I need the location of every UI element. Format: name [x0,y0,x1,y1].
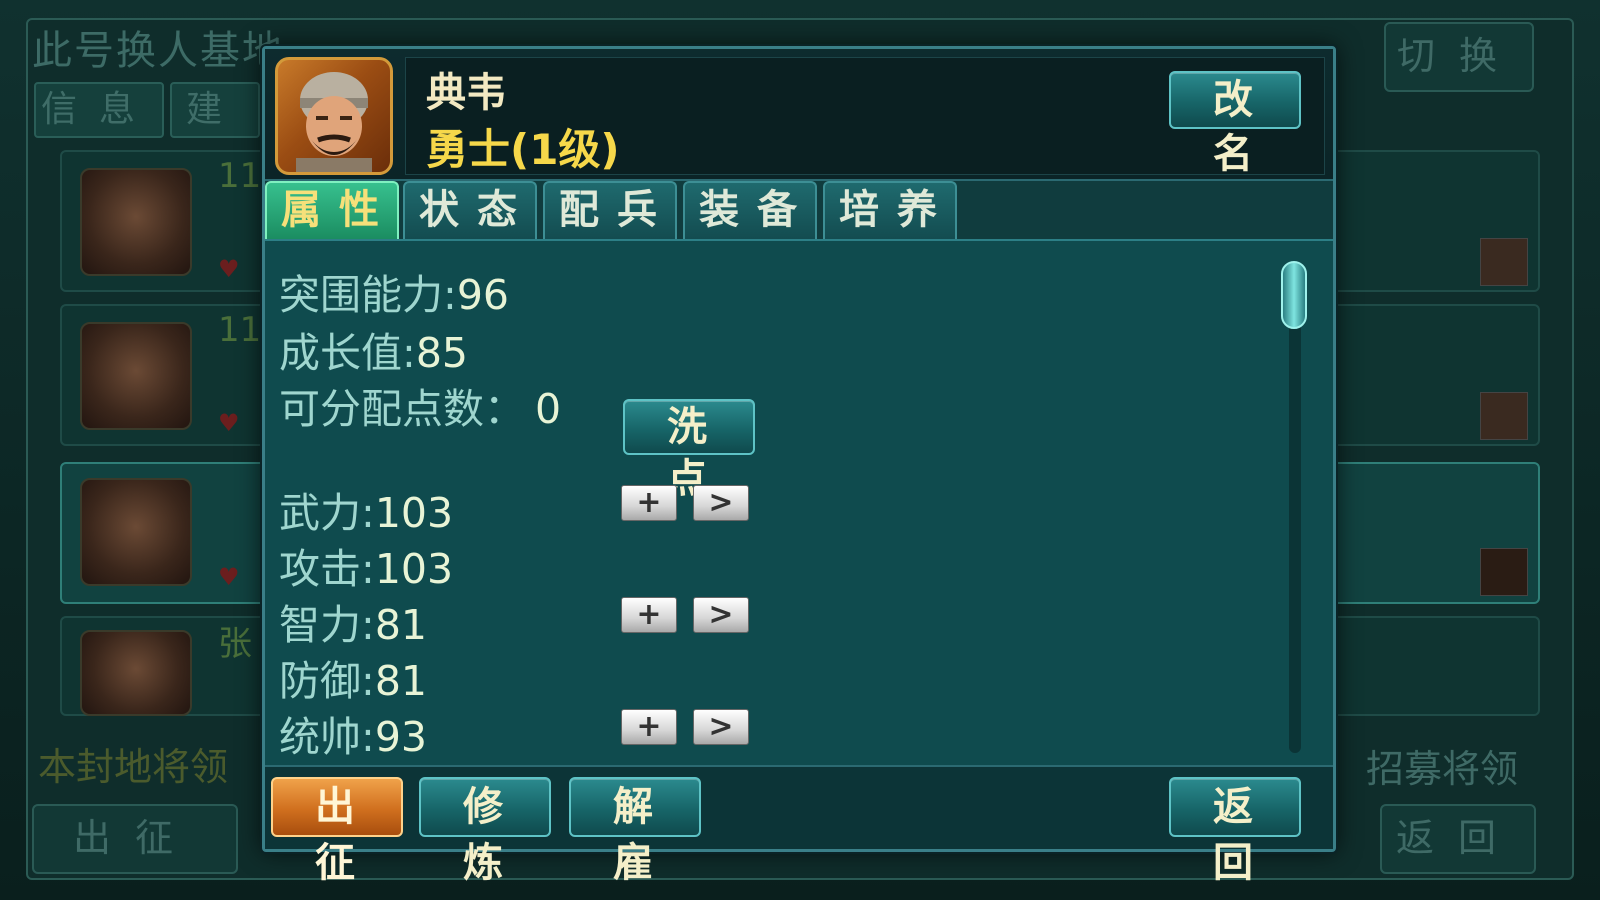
background-level: 11 [218,156,262,196]
tab-training[interactable]: 培养 [823,181,957,239]
stat-free-points: 可分配点数： 0 [279,375,561,435]
command-plus-button[interactable]: + [621,709,677,745]
stat-label: 智力: [279,601,375,649]
background-avatar [80,630,192,716]
dialog-header: 典韦 勇士(1级) 改名 [265,49,1333,181]
background-thumbnail [1480,548,1528,596]
hero-portrait [275,57,393,175]
force-next-button[interactable]: > [693,485,749,521]
stat-force: 武力:103 [279,479,453,539]
hero-rank: 勇士(1级) [426,125,620,174]
scrollbar-thumb[interactable] [1281,261,1307,329]
background-avatar [80,322,192,430]
stat-attack: 攻击:103 [279,535,453,595]
background-avatar [80,168,192,276]
stat-value: 81 [374,657,427,705]
stat-value: 96 [456,271,509,319]
force-plus-button[interactable]: + [621,485,677,521]
stat-value: 85 [415,329,468,377]
stat-value: 103 [374,545,454,593]
stat-label: 武力: [279,489,375,537]
background-level: 11 [218,310,262,350]
background-thumbnail [1480,238,1528,286]
stat-growth: 成长值:85 [279,319,468,379]
tab-attributes[interactable]: 属性 [265,181,399,239]
background-dispatch-button: 出征 [32,804,238,874]
intellect-next-button[interactable]: > [693,597,749,633]
stat-command: 统帅:93 [279,703,427,763]
background-tab-build: 建 [170,82,260,138]
stat-value: 93 [374,713,427,761]
stat-value: 81 [374,601,427,649]
attributes-panel: 突围能力:96 成长值:85 可分配点数： 0 洗点 武力:103 + > 攻击:… [265,239,1333,765]
stat-label: 防御: [279,657,375,705]
stat-intellect: 智力:81 [279,591,427,651]
train-button[interactable]: 修炼 [419,777,551,886]
background-name-fragment: 张 [218,624,252,664]
tab-troops[interactable]: 配兵 [543,181,677,239]
heart-icon: ♥ [218,563,240,591]
background-tab-info: 信息 [34,82,164,138]
stat-label: 成长值: [279,329,416,377]
rename-button[interactable]: 改名 [1169,71,1301,177]
hero-detail-dialog: 典韦 勇士(1级) 改名 属性 状态 配兵 装备 培养 突围能力:96 成长值:… [262,46,1336,886]
tab-status[interactable]: 状态 [403,181,537,239]
background-switch-button: 切换 [1384,22,1534,92]
hero-name: 典韦 [426,70,506,116]
reset-points-button[interactable]: 洗点 [623,399,755,502]
intellect-plus-button[interactable]: + [621,597,677,633]
background-thumbnail [1480,392,1528,440]
background-avatar [80,478,192,586]
dismiss-button[interactable]: 解雇 [569,777,701,886]
back-button[interactable]: 返回 [1169,777,1301,886]
stat-label: 统帅: [279,713,375,761]
background-recruit-label: 招募将领 [1366,747,1519,791]
background-title: 此号换人基地 [32,28,284,74]
background-fief-label: 本封地将领 [38,745,229,789]
stat-label: 可分配点数： [279,385,525,433]
stat-label: 突围能力: [279,271,457,319]
stat-label: 攻击: [279,545,375,593]
command-next-button[interactable]: > [693,709,749,745]
stat-value: 103 [374,489,454,537]
background-back-button: 返回 [1380,804,1536,874]
tab-equipment[interactable]: 装备 [683,181,817,239]
scrollbar-track[interactable] [1289,265,1301,753]
dialog-footer: 出征 修炼 解雇 返回 [265,765,1333,886]
heart-icon: ♥ [218,255,240,283]
stat-breakout: 突围能力:96 [279,261,509,321]
stat-value: 0 [535,385,562,433]
dispatch-button[interactable]: 出征 [271,777,403,886]
stat-defense: 防御:81 [279,647,427,707]
heart-icon: ♥ [218,409,240,437]
hero-face-icon [296,72,372,172]
